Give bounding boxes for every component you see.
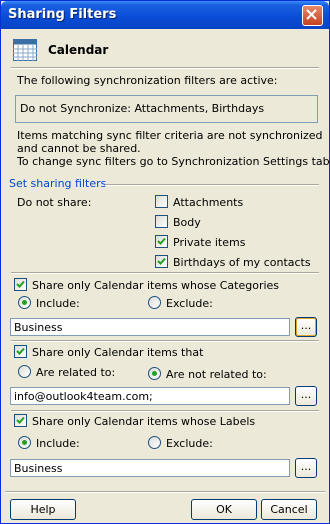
labels-field[interactable]: Business [10, 459, 290, 477]
divider [11, 340, 319, 342]
divider [11, 410, 319, 412]
birthdays-label: Birthdays of my contacts [173, 256, 311, 269]
related-value: info@outlook4team.com; [14, 390, 153, 403]
checkmark-icon [16, 280, 25, 288]
categories-value: Business [14, 321, 63, 334]
categories-checkbox[interactable] [14, 278, 27, 291]
labels-checkbox-label: Share only Calendar items whose Labels [32, 415, 256, 428]
calendar-icon [13, 39, 37, 61]
section-title: Calendar [48, 43, 109, 57]
divider [11, 67, 319, 69]
not-related-to-radio[interactable] [148, 367, 161, 380]
categories-include-label: Include: [36, 297, 80, 310]
labels-exclude-radio[interactable] [148, 436, 161, 449]
related-browse-button[interactable]: ... [295, 386, 317, 406]
related-to-radio[interactable] [18, 365, 31, 378]
divider [11, 272, 319, 274]
private-items-checkbox[interactable] [155, 235, 168, 248]
cancel-button[interactable]: Cancel [261, 499, 317, 520]
categories-exclude-label: Exclude: [166, 297, 213, 310]
note-line-1: Items matching sync filter criteria are … [17, 129, 323, 142]
labels-exclude-label: Exclude: [166, 437, 213, 450]
categories-browse-button[interactable]: ... [295, 317, 317, 337]
checkmark-icon [157, 257, 166, 265]
birthdays-checkbox[interactable] [155, 255, 168, 268]
active-filters-value: Do not Synchronize: Attachments, Birthda… [20, 102, 265, 115]
help-button[interactable]: Help [10, 499, 76, 520]
note-line-3: To change sync filters go to Synchroniza… [17, 155, 330, 168]
labels-include-label: Include: [36, 437, 80, 450]
related-to-label: Are related to: [36, 366, 116, 379]
sharing-filters-dialog: Sharing Filters Calendar The following s… [0, 0, 330, 524]
title-bar: Sharing Filters [1, 1, 329, 29]
note-line-2: and cannot be shared. [17, 142, 141, 155]
section-header: Calendar [11, 37, 317, 63]
body-checkbox[interactable] [155, 215, 168, 228]
labels-value: Business [14, 462, 63, 475]
labels-include-radio[interactable] [18, 436, 31, 449]
categories-exclude-radio[interactable] [148, 296, 161, 309]
do-not-share-label: Do not share: [17, 196, 92, 209]
sharing-group-title: Set sharing filters [9, 177, 107, 190]
close-button[interactable] [302, 5, 323, 26]
window-title: Sharing Filters [8, 7, 117, 22]
categories-include-radio[interactable] [18, 296, 31, 309]
labels-checkbox[interactable] [14, 414, 27, 427]
categories-checkbox-label: Share only Calendar items whose Categori… [32, 279, 280, 292]
attachments-label: Attachments [173, 196, 244, 209]
related-checkbox-label: Share only Calendar items that [32, 346, 204, 359]
body-label: Body [173, 216, 201, 229]
divider [5, 491, 325, 493]
labels-browse-button[interactable]: ... [295, 458, 317, 478]
related-checkbox[interactable] [14, 345, 27, 358]
group-divider [105, 184, 319, 186]
checkmark-icon [157, 237, 166, 245]
private-items-label: Private items [173, 236, 246, 249]
checkmark-icon [16, 416, 25, 424]
active-filters-box: Do not Synchronize: Attachments, Birthda… [15, 95, 318, 123]
attachments-checkbox[interactable] [155, 195, 168, 208]
related-field[interactable]: info@outlook4team.com; [10, 387, 290, 405]
categories-field[interactable]: Business [10, 318, 290, 336]
active-filters-text: The following synchronization filters ar… [17, 74, 278, 87]
not-related-to-label: Are not related to: [166, 368, 267, 381]
ok-button[interactable]: OK [191, 499, 257, 520]
checkmark-icon [16, 347, 25, 355]
